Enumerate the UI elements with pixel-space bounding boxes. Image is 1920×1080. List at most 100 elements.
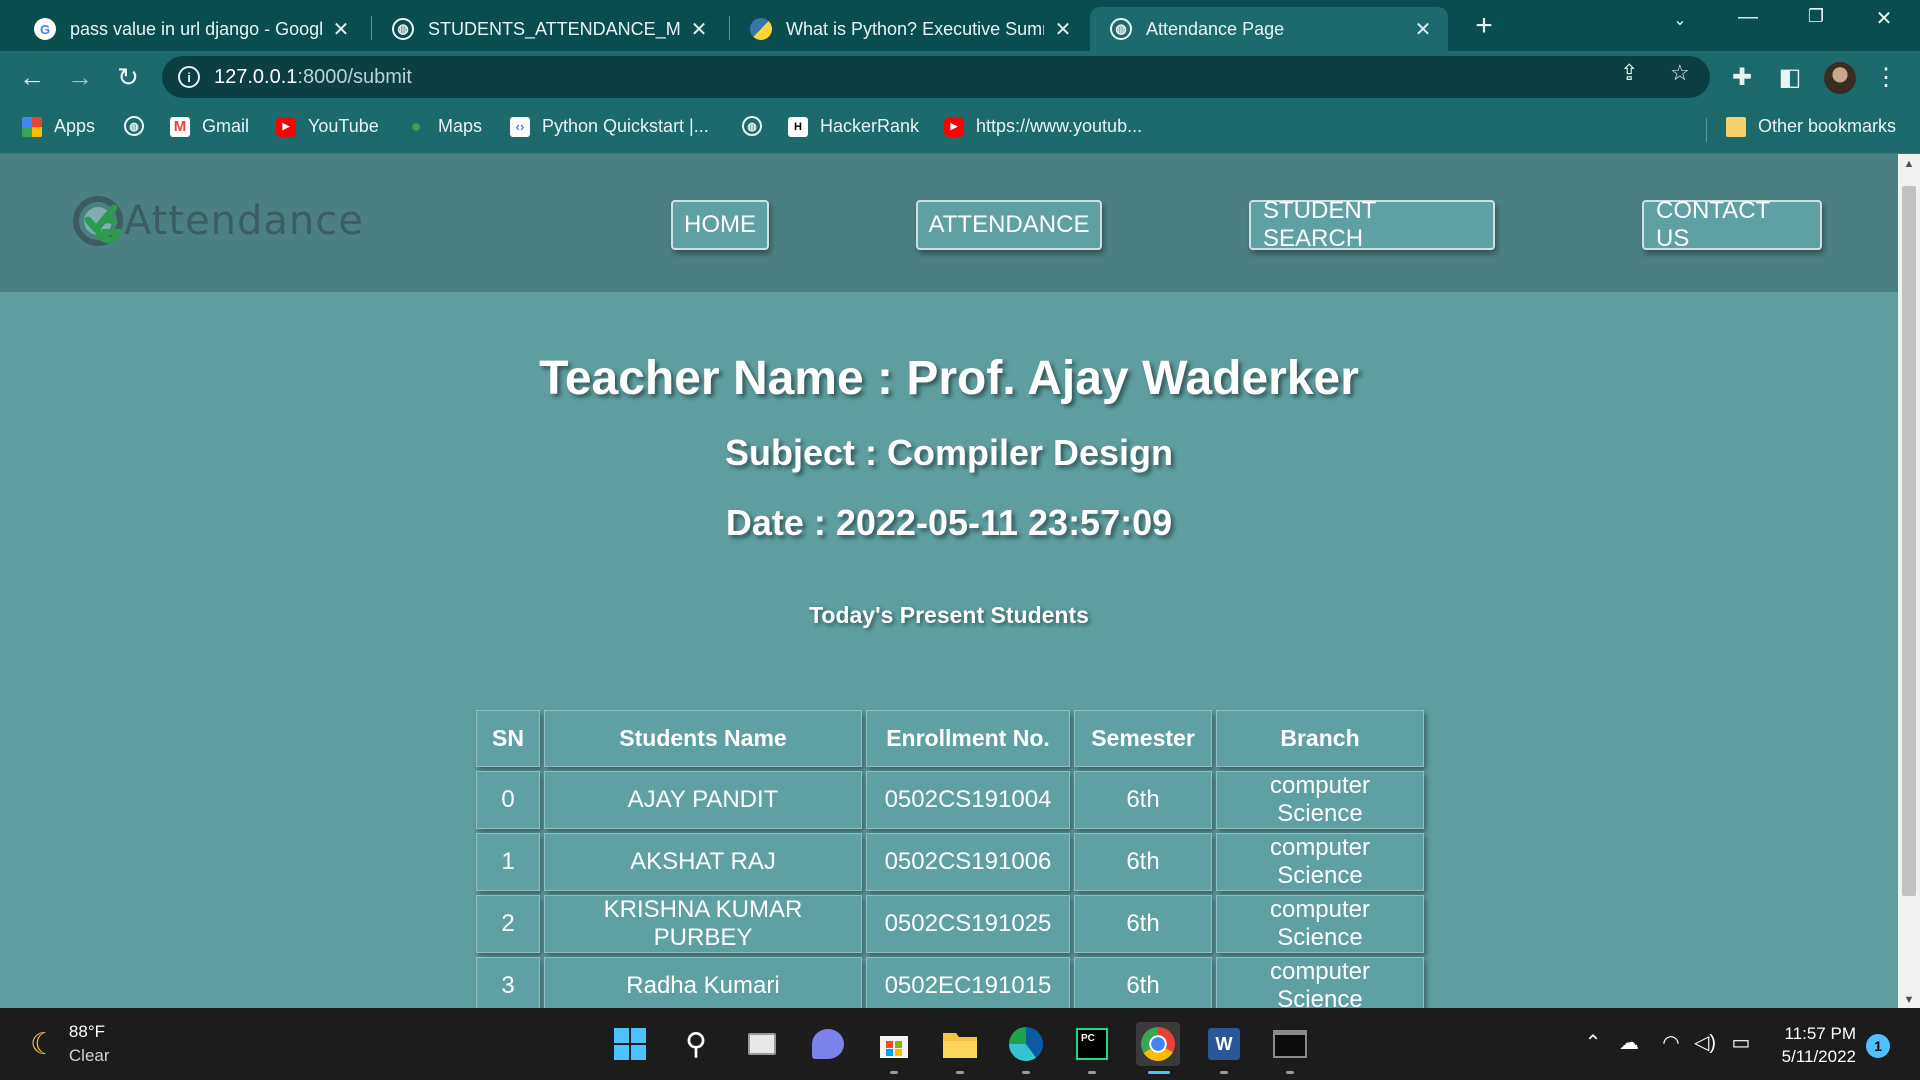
bookmark-hackerrank[interactable]: H HackerRank — [788, 116, 919, 137]
hackerrank-icon: H — [788, 116, 808, 137]
search-button[interactable]: ⚲ — [674, 1022, 718, 1066]
close-icon[interactable]: ✕ — [330, 17, 352, 42]
cell-student-name: KRISHNA KUMAR PURBEY — [544, 895, 862, 953]
close-icon[interactable]: ✕ — [1412, 17, 1434, 42]
scroll-down-arrow-icon[interactable]: ▼ — [1898, 994, 1920, 1006]
bookmark-youtube[interactable]: ▶ YouTube — [276, 116, 379, 137]
bookmark-globe[interactable]: ◍ — [124, 116, 156, 136]
scrollbar-thumb[interactable] — [1902, 186, 1916, 896]
file-explorer-button[interactable] — [938, 1022, 982, 1074]
tab-attendance-page[interactable]: ◍ Attendance Page ✕ — [1090, 7, 1448, 51]
youtube-icon: ▶ — [276, 116, 296, 137]
python-quickstart-icon: ‹› — [510, 116, 530, 137]
wifi-icon[interactable]: ◠ — [1656, 1030, 1686, 1055]
weather-widget[interactable]: ☾ 88°F Clear — [30, 1020, 110, 1068]
restore-button[interactable]: ❐ — [1796, 6, 1836, 27]
battery-icon[interactable]: ▭ — [1726, 1030, 1756, 1055]
pycharm-icon: PC — [1076, 1028, 1108, 1060]
word-button[interactable]: W — [1202, 1022, 1246, 1074]
notification-badge[interactable]: 1 — [1866, 1034, 1890, 1058]
scroll-up-arrow-icon[interactable]: ▲ — [1898, 158, 1920, 170]
forward-button[interactable]: → — [62, 62, 98, 93]
column-header-branch: Branch — [1216, 710, 1424, 767]
bookmark-gmail[interactable]: M Gmail — [170, 116, 249, 137]
cell-branch: computer Science — [1216, 957, 1424, 1008]
bookmark-youtube-link[interactable]: ▶ https://www.youtub... — [944, 116, 1142, 137]
cell-enrollment: 0502CS191025 — [866, 895, 1070, 953]
task-view-button[interactable] — [740, 1022, 784, 1066]
tab-google-search[interactable]: G pass value in url django - Google ✕ — [14, 7, 366, 51]
back-button[interactable]: ← — [14, 62, 50, 93]
word-icon: W — [1208, 1028, 1240, 1060]
table-row: 0 AJAY PANDIT 0502CS191004 6th computer … — [476, 771, 1424, 829]
chrome-button[interactable] — [1136, 1022, 1180, 1074]
python-icon — [750, 18, 772, 40]
side-panel-icon[interactable]: ◧ — [1774, 63, 1806, 92]
terminal-button[interactable] — [1268, 1022, 1312, 1074]
column-header-student-name: Students Name — [544, 710, 862, 767]
chrome-icon — [1141, 1027, 1175, 1061]
start-button[interactable] — [608, 1022, 652, 1066]
browser-tab-strip: G pass value in url django - Google ✕ ◍ … — [0, 0, 1920, 51]
cell-enrollment: 0502CS191006 — [866, 833, 1070, 891]
table-row: 2 KRISHNA KUMAR PURBEY 0502CS191025 6th … — [476, 895, 1424, 953]
extensions-icon[interactable]: ✚ — [1726, 63, 1758, 92]
new-tab-button[interactable]: + — [1466, 9, 1502, 43]
bookmark-star-icon[interactable]: ☆ — [1670, 60, 1690, 86]
site-logo[interactable]: Attendance — [72, 190, 364, 252]
nav-attendance-button[interactable]: ATTENDANCE — [916, 200, 1102, 250]
close-window-button[interactable]: ✕ — [1864, 6, 1904, 31]
more-menu-icon[interactable]: ⋮ — [1870, 63, 1902, 92]
close-icon[interactable]: ✕ — [1052, 17, 1074, 42]
page-scrollbar[interactable]: ▲ ▼ — [1898, 154, 1920, 1008]
other-bookmarks[interactable]: Other bookmarks — [1726, 116, 1896, 137]
windows-logo-icon — [614, 1028, 646, 1060]
cell-branch: computer Science — [1216, 895, 1424, 953]
chevron-up-icon[interactable]: ⌃ — [1578, 1030, 1608, 1055]
maps-icon: ● — [410, 116, 422, 136]
gmail-icon: M — [170, 116, 190, 137]
system-clock[interactable]: 11:57 PM 5/11/2022 — [1772, 1022, 1856, 1068]
date-heading: Date : 2022-05-11 23:57:09 — [725, 502, 1173, 543]
column-header-semester: Semester — [1074, 710, 1212, 767]
cell-sn: 2 — [476, 895, 540, 953]
attendance-page: Attendance HOME ATTENDANCE STUDENT SEARC… — [0, 154, 1898, 1008]
edge-button[interactable] — [1004, 1022, 1048, 1074]
bookmark-maps[interactable]: ● Maps — [406, 116, 482, 137]
volume-icon[interactable]: ◁) — [1690, 1030, 1720, 1055]
subject-heading: Subject : Compiler Design — [724, 432, 1174, 473]
folder-icon — [1726, 116, 1746, 137]
cell-enrollment: 0502EC191015 — [866, 957, 1070, 1008]
cell-branch: computer Science — [1216, 833, 1424, 891]
onedrive-cloud-icon[interactable]: ☁ — [1614, 1030, 1644, 1055]
chat-icon — [812, 1029, 844, 1059]
nav-contact-us-button[interactable]: CONTACT US — [1642, 197, 1822, 252]
tab-students-attendance[interactable]: ◍ STUDENTS_ATTENDANCE_MANA ✕ — [372, 7, 724, 51]
table-header-row: SN Students Name Enrollment No. Semester… — [476, 710, 1424, 767]
cell-semester: 6th — [1074, 833, 1212, 891]
bookmark-python-quickstart[interactable]: ‹› Python Quickstart |... — [510, 116, 709, 137]
minimize-button[interactable]: — — [1728, 6, 1768, 29]
close-icon[interactable]: ✕ — [688, 17, 710, 42]
moon-icon: ☾ — [30, 1027, 57, 1061]
globe-icon: ◍ — [392, 18, 414, 40]
bookmark-globe-2[interactable]: ◍ — [742, 116, 774, 136]
pycharm-button[interactable]: PC — [1070, 1022, 1114, 1074]
share-icon[interactable]: ⇪ — [1620, 60, 1638, 86]
microsoft-store-button[interactable] — [872, 1022, 916, 1074]
reload-button[interactable]: ↻ — [110, 62, 146, 93]
cell-sn: 0 — [476, 771, 540, 829]
bookmark-apps[interactable]: Apps — [22, 116, 95, 137]
table-row: 3 Radha Kumari 0502EC191015 6th computer… — [476, 957, 1424, 1008]
nav-student-search-button[interactable]: STUDENT SEARCH — [1249, 197, 1495, 252]
profile-avatar[interactable] — [1824, 62, 1856, 94]
column-header-sn: SN — [476, 710, 540, 767]
youtube-icon: ▶ — [944, 116, 964, 137]
nav-home-button[interactable]: HOME — [671, 200, 769, 250]
teams-chat-button[interactable] — [806, 1022, 850, 1066]
site-info-icon[interactable]: i — [178, 66, 200, 88]
tab-search-chevron-icon[interactable]: ⌄ — [1660, 10, 1700, 30]
tab-what-is-python[interactable]: What is Python? Executive Summ ✕ — [730, 7, 1088, 51]
store-icon — [880, 1036, 908, 1058]
address-bar[interactable]: i 127.0.0.1 :8000/submit — [162, 56, 1710, 98]
